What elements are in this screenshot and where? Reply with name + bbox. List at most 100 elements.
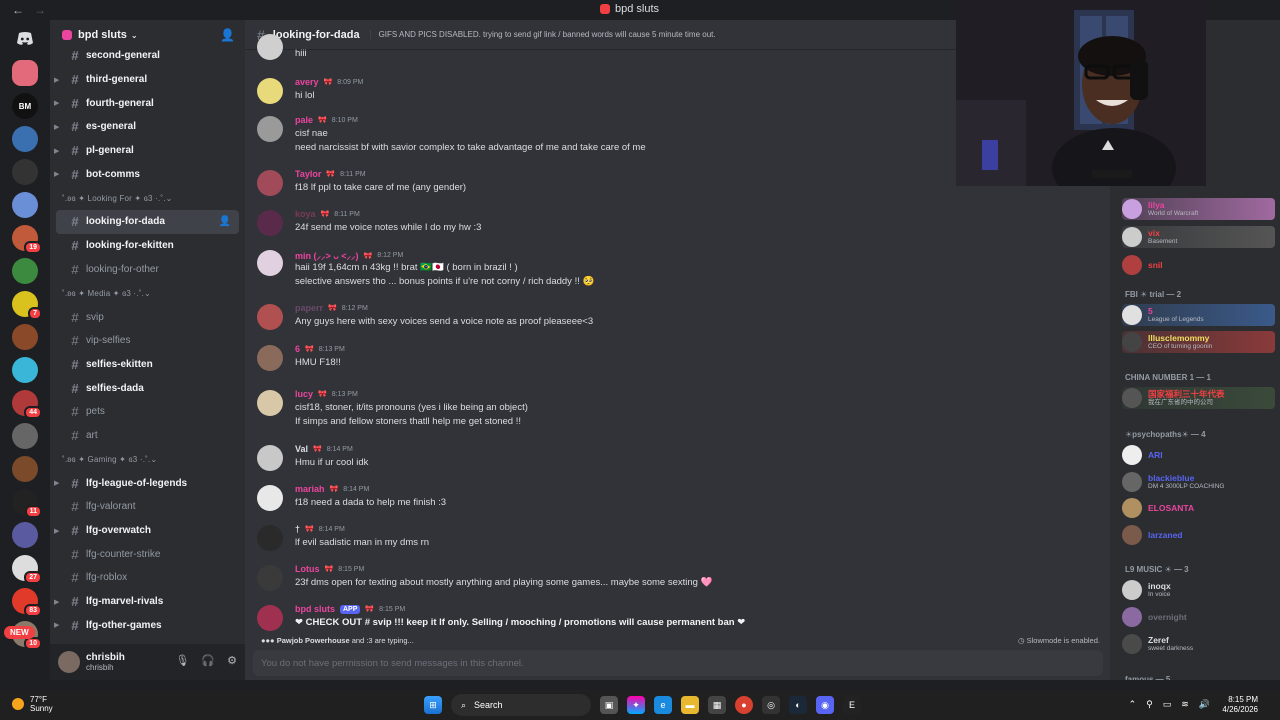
task-view-icon[interactable]: ▣: [600, 696, 618, 714]
microphone-icon[interactable]: 🎙: [175, 654, 189, 667]
server-icon[interactable]: [12, 126, 38, 152]
epic-games-icon[interactable]: E: [843, 696, 861, 714]
channel-item-lfg-roblox[interactable]: # lfg-roblox: [56, 566, 239, 590]
message-author[interactable]: Val: [295, 444, 308, 454]
message-author[interactable]: paperr: [295, 303, 323, 313]
message-author[interactable]: mariah: [295, 484, 325, 494]
server-icon[interactable]: [12, 159, 38, 185]
channel-item-svip[interactable]: # svip: [56, 305, 239, 329]
category-header[interactable]: ˚.ʚɞ ✦ Gaming ✦ ɞ3 ·.˚. ⌄: [50, 447, 245, 471]
member-item[interactable]: inoqx In voice: [1122, 579, 1275, 601]
channel-item-lfg-marvel-rivals[interactable]: ▶ # lfg-marvel-rivals: [54, 590, 239, 614]
avatar[interactable]: [257, 250, 283, 276]
member-item[interactable]: ARI: [1122, 444, 1275, 466]
category-header[interactable]: ˚.ʚɞ ✦ Looking For ✦ ɞ3 ·.˚. ⌄: [50, 186, 245, 210]
channel-item-selfies-dada[interactable]: # selfies-dada: [56, 376, 239, 400]
direct-messages-button[interactable]: [12, 26, 38, 52]
member-item[interactable]: 5 League of Legends: [1122, 304, 1275, 326]
channel-topic[interactable]: GIFS AND PICS DISABLED. trying to send g…: [369, 30, 716, 39]
server-icon[interactable]: 44: [12, 390, 42, 419]
avatar[interactable]: [58, 651, 80, 673]
server-icon[interactable]: [12, 258, 38, 284]
network-icon[interactable]: ⚲: [1146, 699, 1153, 710]
message-author[interactable]: 6: [295, 344, 300, 354]
server-icon[interactable]: BM: [12, 93, 38, 119]
server-icon[interactable]: [12, 357, 38, 383]
message-author[interactable]: avery: [295, 77, 319, 87]
message-author[interactable]: min (⸝⸝> ᴗ <⸝⸝): [295, 249, 359, 262]
server-icon[interactable]: 19: [12, 225, 42, 254]
channel-item-looking-for-ekitten[interactable]: # looking-for-ekitten: [56, 234, 239, 258]
gear-icon[interactable]: ⚙: [227, 654, 237, 667]
channel-item-lfg-valorant[interactable]: # lfg-valorant: [56, 495, 239, 519]
message-author[interactable]: Taylor: [295, 169, 321, 179]
member-item[interactable]: 国家福利三十年代表 我在广东省的中的公司: [1122, 387, 1275, 409]
avatar[interactable]: [257, 525, 283, 551]
taskbar-search[interactable]: ⌕ Search: [451, 694, 591, 716]
member-item[interactable]: snil: [1122, 254, 1275, 276]
app-icon[interactable]: ◎: [762, 696, 780, 714]
member-item[interactable]: lilya World of Warcraft: [1122, 198, 1275, 220]
windows-start-icon[interactable]: ⊞: [424, 696, 442, 714]
avatar[interactable]: [257, 210, 283, 236]
message-author[interactable]: koya: [295, 209, 316, 219]
channel-item-pets[interactable]: # pets: [56, 400, 239, 424]
channel-item-lfg-other-games[interactable]: ▶ # lfg-other-games: [54, 613, 239, 637]
channel-item-looking-for-other[interactable]: # looking-for-other: [56, 258, 239, 282]
channel-item-es-general[interactable]: ▶ # es-general: [54, 115, 239, 139]
weather-widget[interactable]: 77°F Sunny: [12, 695, 53, 713]
message-author[interactable]: †: [295, 524, 300, 534]
avatar[interactable]: [257, 485, 283, 511]
avatar[interactable]: [257, 390, 283, 416]
member-item[interactable]: overnight: [1122, 606, 1275, 628]
discord-taskbar-icon[interactable]: ◉: [816, 696, 834, 714]
channel-item-lfg-overwatch[interactable]: ▶ # lfg-overwatch: [54, 519, 239, 543]
message-author[interactable]: lucy: [295, 389, 313, 399]
server-icon[interactable]: [12, 456, 38, 482]
avatar[interactable]: [257, 116, 283, 142]
edge-icon[interactable]: e: [654, 696, 672, 714]
server-icon[interactable]: [12, 324, 38, 350]
new-unreads-pill[interactable]: NEW: [4, 626, 35, 639]
avatar[interactable]: [257, 345, 283, 371]
display-icon[interactable]: ▭: [1163, 699, 1172, 710]
channel-item-second-general[interactable]: # second-general: [56, 44, 239, 68]
avatar[interactable]: [257, 304, 283, 330]
channel-item-lfg-league-of-legends[interactable]: ▶ # lfg-league-of-legends: [54, 471, 239, 495]
store-icon[interactable]: ▦: [708, 696, 726, 714]
avatar[interactable]: [257, 170, 283, 196]
server-icon[interactable]: [12, 60, 38, 86]
file-explorer-icon[interactable]: ▬: [681, 696, 699, 714]
member-item[interactable]: blackieblue DM 4 3000LP COACHING: [1122, 471, 1275, 493]
server-icon[interactable]: 27: [12, 555, 42, 584]
server-icon[interactable]: 83: [12, 588, 42, 617]
category-header[interactable]: ˚.ʚɞ ✦ Media ✦ ɞ3 ·.˚. ⌄: [50, 281, 245, 305]
wifi-icon[interactable]: ≋: [1181, 699, 1189, 710]
member-item[interactable]: ELOSANTA: [1122, 497, 1275, 519]
server-icon[interactable]: 11: [12, 489, 42, 518]
message-author[interactable]: bpd sluts: [295, 604, 335, 614]
copilot-icon[interactable]: ✦: [627, 696, 645, 714]
invite-people-icon[interactable]: 👤: [220, 28, 235, 42]
message-author[interactable]: Lotus: [295, 564, 320, 574]
member-item[interactable]: larzaned: [1122, 524, 1275, 546]
avatar[interactable]: [257, 78, 283, 104]
channel-item-bot-comms[interactable]: ▶ # bot-comms: [54, 162, 239, 186]
channel-item-selfies-ekitten[interactable]: # selfies-ekitten: [56, 353, 239, 377]
volume-icon[interactable]: 🔊: [1199, 699, 1210, 710]
server-icon[interactable]: 7: [12, 291, 42, 320]
message-author[interactable]: pale: [295, 115, 313, 125]
member-item[interactable]: vix Basement: [1122, 226, 1275, 248]
channel-item-art[interactable]: # art: [56, 424, 239, 448]
channel-item-pl-general[interactable]: ▶ # pl-general: [54, 139, 239, 163]
channel-item-lfg-counter-strike[interactable]: # lfg-counter-strike: [56, 542, 239, 566]
add-member-icon[interactable]: 👤: [219, 216, 231, 227]
avatar[interactable]: [257, 34, 283, 60]
channel-item-vip-selfies[interactable]: # vip-selfies: [56, 329, 239, 353]
avatar[interactable]: [257, 565, 283, 591]
server-icon[interactable]: [12, 192, 38, 218]
channel-item-looking-for-dada[interactable]: # looking-for-dada 👤: [56, 210, 239, 234]
channel-item-fourth-general[interactable]: ▶ # fourth-general: [54, 91, 239, 115]
message-composer[interactable]: You do not have permission to send messa…: [253, 650, 1103, 676]
steam-icon[interactable]: ◐: [789, 696, 807, 714]
